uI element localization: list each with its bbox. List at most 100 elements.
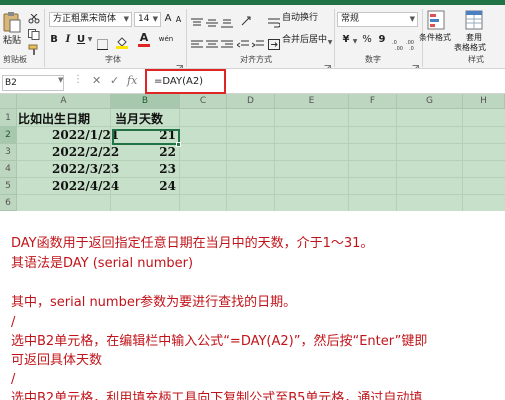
align-right-icon[interactable] bbox=[221, 35, 233, 48]
currency-button[interactable]: ¥ bbox=[340, 34, 352, 46]
merge-center-button[interactable]: 合并后居中 bbox=[282, 35, 327, 46]
cell-a5[interactable]: 2022/4/24 bbox=[52, 179, 119, 193]
column-header-e[interactable]: E bbox=[275, 94, 349, 109]
font-group-label: 字体 bbox=[105, 55, 121, 64]
formula-bar: B2 ▼ ⋮ ✕ ✓ fx =DAY(A2) bbox=[0, 68, 505, 94]
svg-text:.00: .00 bbox=[395, 46, 403, 50]
merge-center-icon[interactable] bbox=[268, 35, 280, 50]
font-grow-button[interactable]: A bbox=[163, 13, 173, 25]
dialog-launcher-icon[interactable] bbox=[176, 57, 183, 72]
wrap-text-icon[interactable] bbox=[268, 13, 281, 28]
cell-b5[interactable]: 24 bbox=[150, 179, 176, 193]
comma-style-button[interactable]: 9 bbox=[376, 34, 388, 46]
name-box[interactable]: B2 bbox=[2, 75, 64, 91]
worksheet-grid: A B C D E F G H 1 2 3 4 5 6 比如出生日期 当月天数 … bbox=[0, 94, 505, 211]
cell-b4[interactable]: 23 bbox=[150, 162, 176, 176]
group-divider bbox=[334, 9, 335, 67]
formula-highlight-box bbox=[145, 69, 226, 94]
row-header-1[interactable]: 1 bbox=[0, 109, 17, 127]
font-grow-icon: A bbox=[164, 13, 172, 24]
italic-button[interactable]: I bbox=[63, 34, 73, 46]
phonetic-button[interactable]: wén bbox=[156, 33, 176, 45]
column-header-h[interactable]: H bbox=[463, 94, 505, 109]
percent-button[interactable]: % bbox=[361, 34, 373, 46]
row-header-4[interactable]: 4 bbox=[0, 161, 17, 178]
underline-button[interactable]: U bbox=[76, 34, 86, 46]
insert-function-icon[interactable]: fx bbox=[127, 74, 137, 87]
align-center-icon[interactable] bbox=[206, 35, 218, 48]
align-top-icon[interactable] bbox=[191, 13, 203, 26]
format-painter-icon[interactable] bbox=[28, 41, 40, 55]
column-header-f[interactable]: F bbox=[349, 94, 397, 109]
select-all-corner[interactable] bbox=[0, 94, 17, 109]
format-as-table-icon[interactable] bbox=[465, 10, 483, 30]
cell-a1[interactable]: 比如出生日期 bbox=[18, 110, 90, 127]
cut-icon[interactable] bbox=[28, 9, 40, 24]
group-divider bbox=[186, 9, 187, 67]
paste-button[interactable]: 粘贴 bbox=[2, 35, 22, 47]
currency-dropdown[interactable]: ▼ bbox=[352, 36, 358, 48]
enter-icon[interactable]: ✓ bbox=[110, 74, 119, 87]
font-shrink-icon: A bbox=[175, 15, 182, 24]
increase-indent-icon[interactable] bbox=[251, 35, 264, 48]
number-format-select[interactable]: 常规 ▼ bbox=[337, 12, 418, 27]
chevron-down-icon: ▼ bbox=[123, 15, 129, 23]
note-line: / bbox=[11, 372, 16, 387]
row-header-5[interactable]: 5 bbox=[0, 178, 17, 195]
fill-color-icon[interactable] bbox=[116, 34, 128, 49]
chevron-down-icon: ▼ bbox=[152, 15, 158, 23]
conditional-formatting-icon[interactable] bbox=[427, 10, 445, 30]
cell-b1[interactable]: 当月天数 bbox=[115, 110, 163, 127]
note-line: 选中B2单元格，利用填充柄工具向下复制公式至B5单元格，通过自动填 bbox=[11, 391, 423, 400]
align-middle-icon[interactable] bbox=[206, 13, 218, 27]
decrease-decimal-icon[interactable]: .00.0 bbox=[406, 35, 418, 52]
underline-dropdown[interactable]: ▼ bbox=[87, 34, 93, 46]
dialog-launcher-icon[interactable] bbox=[324, 57, 331, 72]
styles-group-label: 样式 bbox=[468, 55, 484, 64]
percent-icon: % bbox=[362, 34, 372, 45]
align-left-icon[interactable] bbox=[191, 35, 203, 48]
conditional-formatting-button[interactable]: 条件格式 bbox=[419, 32, 451, 43]
name-box-dropdown[interactable]: ▼ bbox=[58, 76, 63, 84]
wrap-text-button[interactable]: 自动换行 bbox=[282, 13, 318, 24]
row-header-2[interactable]: 2 bbox=[0, 127, 17, 144]
cancel-icon[interactable]: ✕ bbox=[92, 74, 101, 87]
gridline bbox=[17, 177, 505, 178]
dialog-launcher-icon[interactable] bbox=[412, 57, 419, 72]
merge-dropdown[interactable]: ▼ bbox=[327, 37, 333, 49]
column-header-g[interactable]: G bbox=[397, 94, 463, 109]
cell-a2[interactable]: 2022/1/21 bbox=[52, 128, 119, 142]
phonetic-icon: wén bbox=[158, 35, 174, 43]
column-header-c[interactable]: C bbox=[180, 94, 227, 109]
column-header-b[interactable]: B bbox=[111, 94, 180, 109]
gridline bbox=[17, 126, 505, 127]
orientation-icon[interactable] bbox=[240, 12, 252, 26]
cell-a3[interactable]: 2022/2/22 bbox=[52, 145, 119, 159]
bold-button[interactable]: B bbox=[49, 34, 59, 46]
copy-icon[interactable] bbox=[28, 25, 40, 40]
increase-decimal-icon[interactable]: .0.00 bbox=[392, 35, 404, 52]
formula-bar-splitter[interactable]: ⋮ bbox=[73, 74, 83, 85]
cell-b3[interactable]: 22 bbox=[150, 145, 176, 159]
number-group-label: 数字 bbox=[365, 55, 381, 64]
font-size-select[interactable]: 14 ▼ bbox=[134, 12, 161, 27]
format-as-table-button-line2[interactable]: 表格格式 bbox=[454, 42, 486, 53]
row-header-6[interactable]: 6 bbox=[0, 195, 17, 211]
comma-style-icon: 9 bbox=[378, 34, 386, 45]
borders-icon[interactable] bbox=[97, 35, 108, 50]
gridline bbox=[17, 194, 505, 195]
decrease-indent-icon[interactable] bbox=[236, 35, 249, 48]
column-header-a[interactable]: A bbox=[17, 94, 111, 109]
fill-handle[interactable] bbox=[176, 142, 181, 147]
cell-a4[interactable]: 2022/3/23 bbox=[52, 162, 119, 176]
font-color-button[interactable]: A bbox=[138, 32, 150, 47]
note-line: DAY函数用于返回指定任意日期在当月中的天数，介于1～31。 bbox=[11, 236, 374, 251]
font-shrink-button[interactable]: A bbox=[174, 14, 183, 26]
font-name-select[interactable]: 方正粗黑宋简体 ▼ bbox=[49, 12, 132, 27]
gridline bbox=[17, 143, 505, 144]
font-size-value: 14 bbox=[138, 14, 150, 24]
row-header-3[interactable]: 3 bbox=[0, 144, 17, 161]
column-header-d[interactable]: D bbox=[227, 94, 275, 109]
align-bottom-icon[interactable] bbox=[221, 13, 233, 28]
paste-icon[interactable] bbox=[2, 11, 22, 33]
